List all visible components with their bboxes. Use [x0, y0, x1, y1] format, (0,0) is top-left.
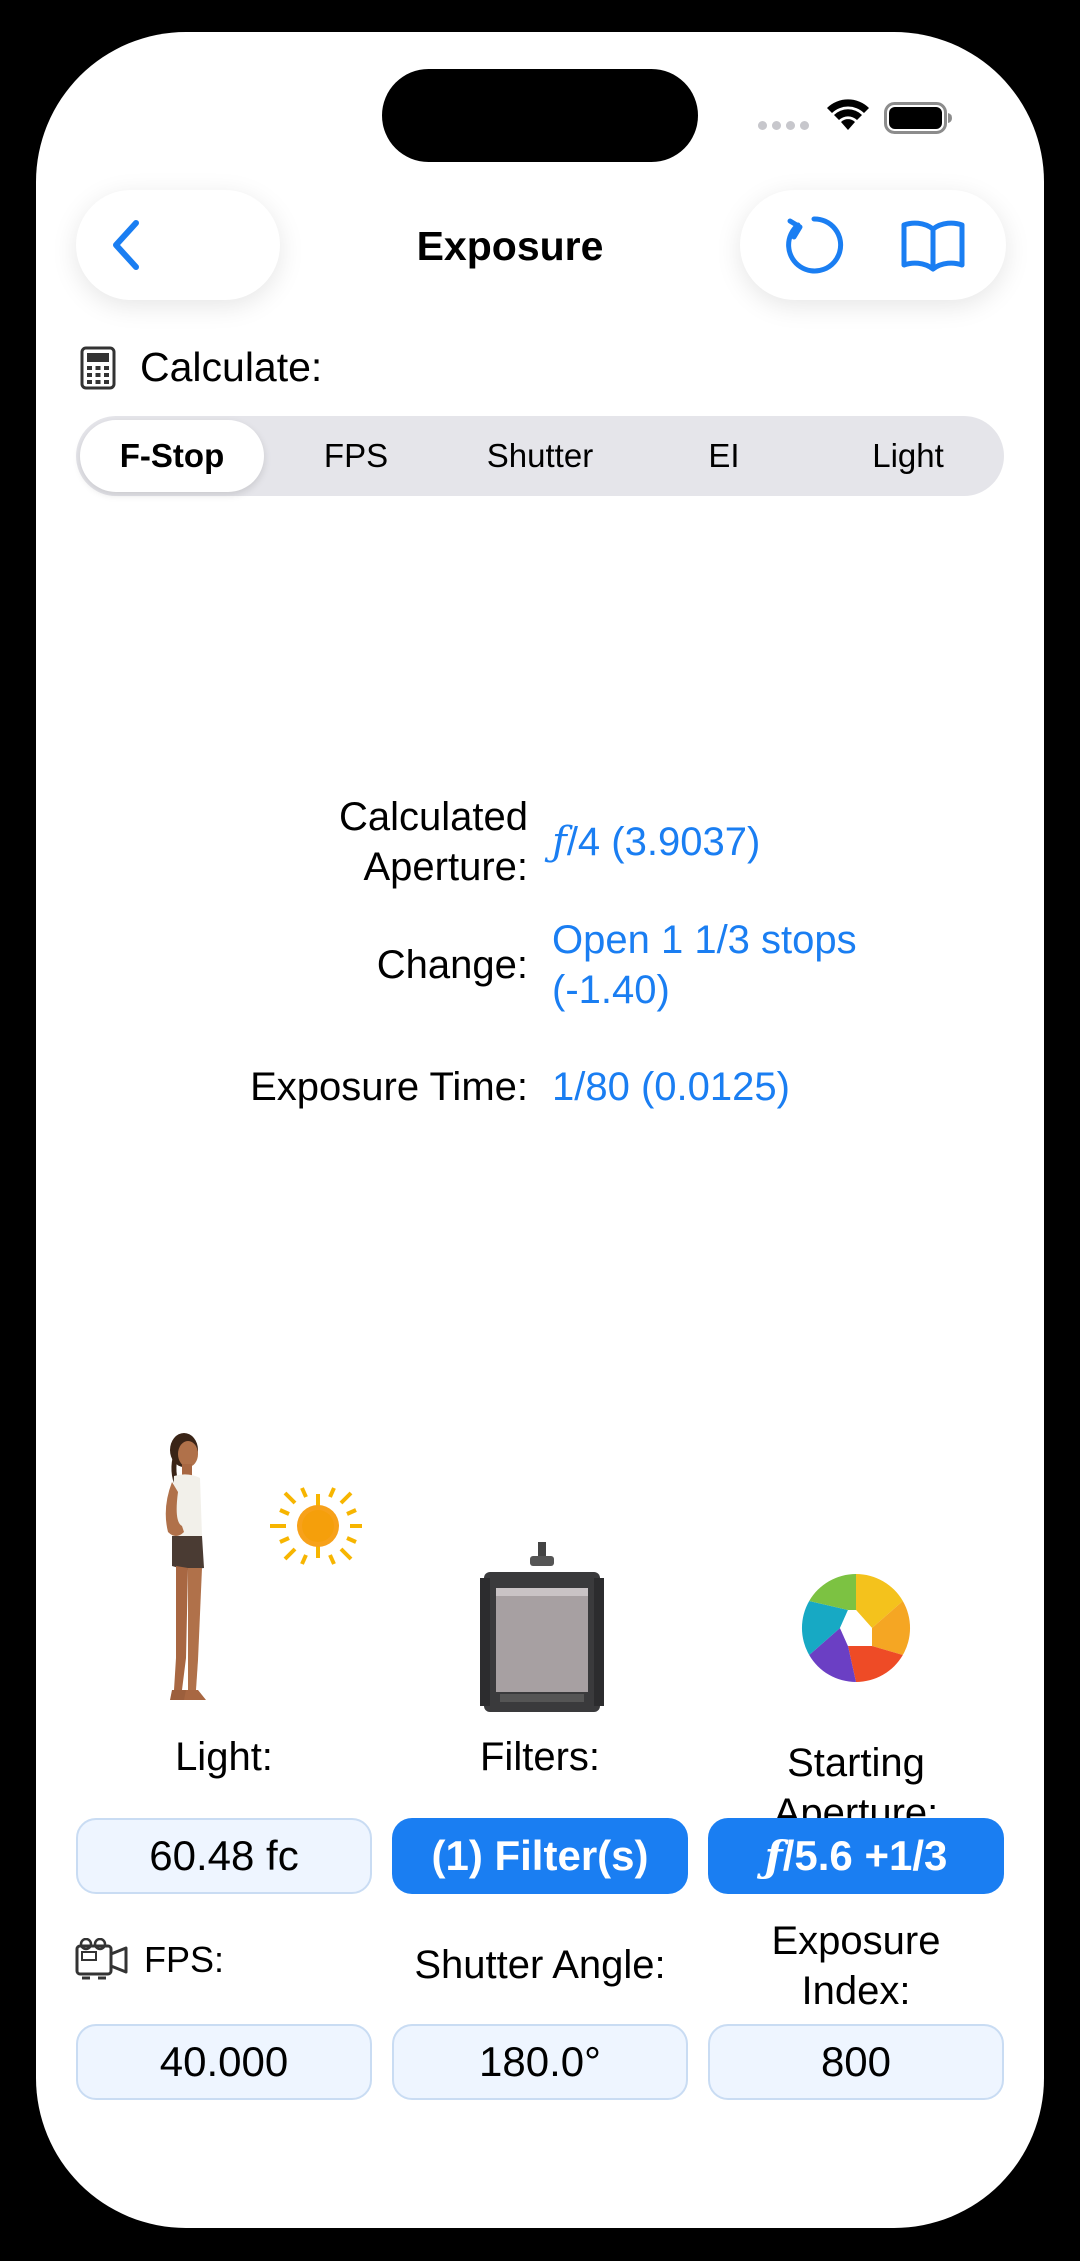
tab-fps[interactable]: FPS	[264, 420, 448, 492]
exposure-time-value: 1/80 (0.0125)	[552, 1065, 790, 1109]
cellular-signal-icon	[758, 120, 810, 130]
calculate-mode-selector: F-Stop FPS Shutter EI Light	[76, 416, 1004, 496]
filters-label: Filters:	[480, 1735, 600, 1779]
exposure-index-input[interactable]: 800	[708, 2024, 1004, 2100]
exposure-index-label-line1: Exposure	[771, 1919, 941, 1963]
fps-label: FPS:	[144, 1939, 225, 1980]
calculated-aperture-number: /4 (3.9037)	[566, 820, 761, 864]
app-screen: Exposure Calculate: F-Stop FPS Shutter E…	[36, 32, 1044, 2228]
filters-button[interactable]: (1) Filter(s)	[392, 1818, 688, 1894]
calculate-label: Calculate:	[140, 344, 323, 390]
back-button[interactable]	[76, 190, 280, 300]
calculator-icon	[80, 346, 116, 389]
book-icon	[901, 220, 964, 272]
battery-icon	[884, 102, 952, 134]
fps-input[interactable]: 40.000	[76, 2024, 372, 2100]
exposure-index-label: Exposure Index:	[708, 1916, 1004, 2016]
f-symbol: ƒ	[764, 1831, 783, 1881]
calculated-aperture-label: Calculated Aperture:	[36, 792, 528, 892]
light-label: Light:	[175, 1735, 273, 1779]
light-input[interactable]: 60.48 fc	[76, 1818, 372, 1894]
nav-actions	[740, 190, 1006, 300]
exposure-time-label: Exposure Time:	[250, 1065, 528, 1109]
reference-book-button[interactable]	[893, 205, 973, 285]
aperture-icon	[801, 1574, 911, 1682]
reset-icon	[785, 216, 843, 274]
calculated-aperture-value: ƒ/4 (3.9037)	[552, 817, 972, 867]
chevron-left-icon	[113, 220, 139, 270]
page-title: Exposure	[416, 223, 604, 269]
sun-icon	[270, 1487, 362, 1565]
starting-aperture-button[interactable]: ƒ/5.6 +1/3	[708, 1818, 1004, 1894]
calculate-row: Calculate:	[80, 344, 322, 391]
fps-label-row: FPS:	[74, 1938, 224, 1982]
starting-aperture-value: /5.6 +1/3	[782, 1832, 948, 1879]
starting-aperture-label-line1: Starting	[787, 1741, 925, 1785]
shutter-angle-label: Shutter Angle:	[414, 1943, 666, 1987]
calculated-aperture-label-line2: Aperture:	[363, 845, 528, 889]
tab-shutter[interactable]: Shutter	[448, 420, 632, 492]
tab-ei[interactable]: EI	[632, 420, 816, 492]
f-symbol: ƒ	[552, 819, 567, 865]
wifi-icon	[827, 99, 869, 130]
tab-light[interactable]: Light	[816, 420, 1000, 492]
filter-matte-box-icon	[480, 1542, 604, 1712]
change-label: Change:	[376, 943, 528, 987]
person-in-light-illustration	[165, 1433, 362, 1700]
tab-f-stop[interactable]: F-Stop	[80, 420, 264, 492]
change-value-line2: (-1.40)	[552, 968, 670, 1012]
camera-icon	[75, 1938, 128, 1980]
dynamic-island	[382, 69, 698, 162]
shutter-angle-input[interactable]: 180.0°	[392, 2024, 688, 2100]
change-value-line1: Open 1 1/3 stops	[552, 918, 857, 962]
change-value: Open 1 1/3 stops (-1.40)	[552, 915, 972, 1015]
reset-button[interactable]	[774, 205, 854, 285]
exposure-index-label-line2: Index:	[801, 1969, 911, 2013]
calculated-aperture-label-line1: Calculated	[338, 795, 528, 839]
